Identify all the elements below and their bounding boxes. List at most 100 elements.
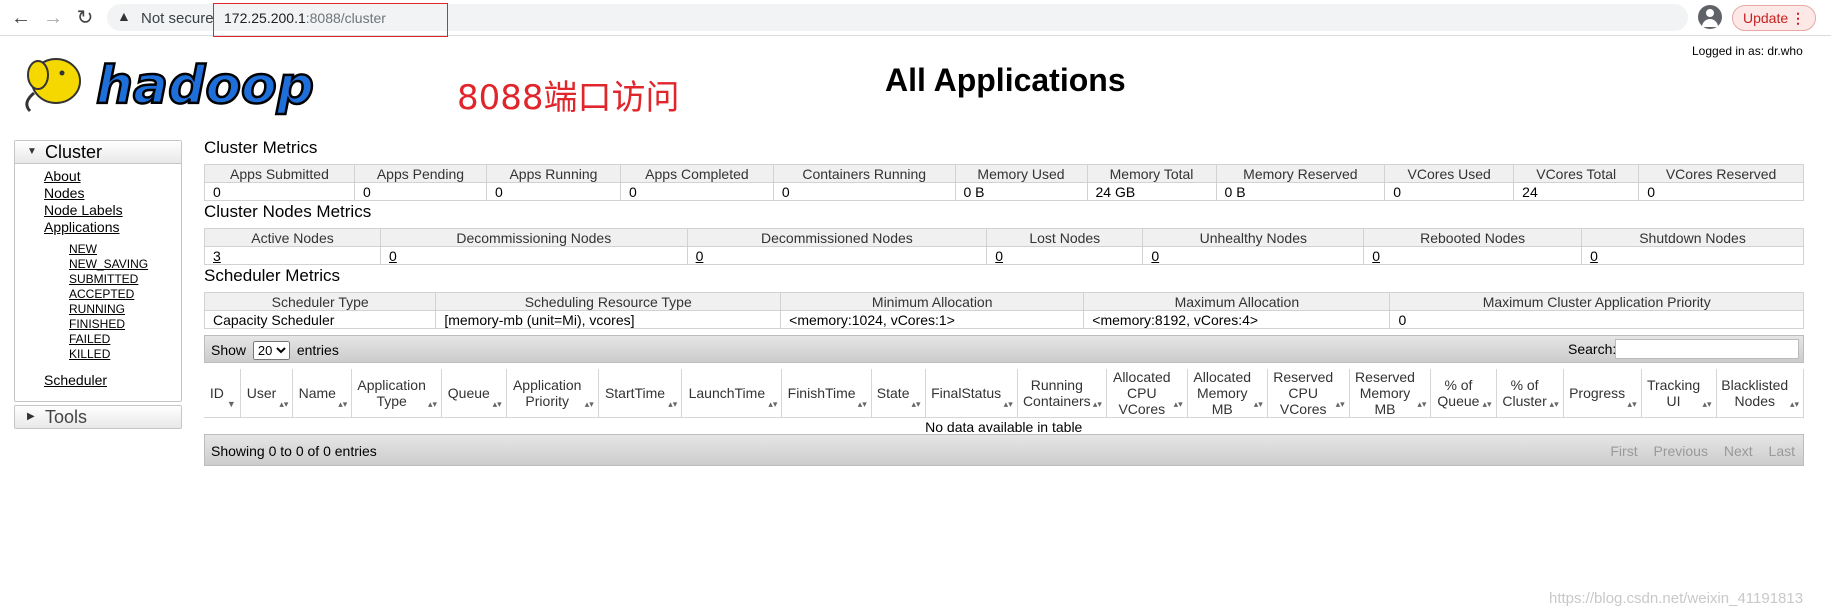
- rebooted-nodes-link[interactable]: 0: [1372, 248, 1380, 264]
- back-arrow-icon[interactable]: ←: [8, 5, 34, 31]
- col-header: Scheduling Resource Type: [435, 292, 782, 311]
- column-header[interactable]: Reserved Memory MB ▴▾: [1349, 369, 1432, 418]
- sort-both-icon: ▴▾: [668, 399, 678, 409]
- apps-table-toolbar: Show 20 entries Search:: [204, 335, 1804, 363]
- search-input[interactable]: [1615, 339, 1799, 359]
- col-header: Apps Running: [485, 164, 621, 183]
- sidebar-state-finished[interactable]: FINISHED: [69, 317, 181, 332]
- sort-both-icon: ▴▾: [768, 399, 778, 409]
- pager-previous-button[interactable]: Previous: [1653, 443, 1707, 459]
- col-header: Containers Running: [772, 164, 956, 183]
- node-metric-link[interactable]: 0: [986, 246, 1144, 265]
- column-header[interactable]: Application Type ▴▾: [351, 369, 443, 418]
- sort-both-icon: ▴▾: [1627, 399, 1637, 409]
- pager-last-button[interactable]: Last: [1769, 443, 1795, 459]
- column-header[interactable]: State ▴▾: [871, 369, 926, 418]
- col-header: Maximum Cluster Application Priority: [1389, 292, 1804, 311]
- col-header: VCores Reserved: [1638, 164, 1804, 183]
- pager-first-button[interactable]: First: [1610, 443, 1637, 459]
- column-header[interactable]: % of Cluster ▴▾: [1496, 369, 1564, 418]
- column-header[interactable]: Running Containers ▴▾: [1017, 369, 1107, 418]
- pager-next-button[interactable]: Next: [1724, 443, 1753, 459]
- col-header: Unhealthy Nodes: [1142, 228, 1365, 247]
- url-highlight-box: [213, 3, 448, 37]
- column-header-label: ID: [209, 385, 224, 401]
- col-header: Maximum Allocation: [1083, 292, 1391, 311]
- page-size-control: Show 20 entries: [211, 341, 339, 360]
- lost-nodes-link[interactable]: 0: [995, 248, 1003, 264]
- profile-avatar-icon[interactable]: [1698, 5, 1722, 29]
- page-size-select[interactable]: 20: [252, 341, 290, 360]
- column-header[interactable]: Reserved CPU VCores ▴▾: [1267, 369, 1350, 418]
- active-nodes-link[interactable]: 3: [213, 248, 221, 264]
- sidebar-state-submitted[interactable]: SUBMITTED: [69, 272, 181, 287]
- decommissioned-nodes-link[interactable]: 0: [696, 248, 704, 264]
- column-header[interactable]: Allocated CPU VCores ▴▾: [1106, 369, 1188, 418]
- sidebar-link-about[interactable]: About: [44, 168, 181, 185]
- sidebar-state-new-saving[interactable]: NEW_SAVING: [69, 257, 181, 272]
- column-header[interactable]: FinishTime ▴▾: [781, 369, 872, 418]
- node-metric-link[interactable]: 0: [380, 246, 688, 265]
- update-button[interactable]: Update ⋮: [1732, 5, 1816, 31]
- column-header[interactable]: Name ▴▾: [292, 369, 353, 418]
- column-header[interactable]: Allocated Memory MB ▴▾: [1187, 369, 1268, 418]
- shutdown-nodes-link[interactable]: 0: [1590, 248, 1598, 264]
- sidebar-cluster-header[interactable]: ▼ Cluster: [15, 141, 181, 164]
- column-header[interactable]: Blacklisted Nodes ▴▾: [1716, 369, 1804, 418]
- node-metric-link[interactable]: 0: [1142, 246, 1365, 265]
- sidebar-tools-label: Tools: [45, 407, 88, 427]
- entries-info: Showing 0 to 0 of 0 entries: [211, 443, 377, 459]
- cluster-metrics-table: Apps Submitted Apps Pending Apps Running…: [204, 164, 1804, 201]
- node-metric-link[interactable]: 0: [1581, 246, 1804, 265]
- metric-value: 0: [1384, 182, 1515, 201]
- column-header-label: Application Priority: [512, 377, 582, 409]
- show-label: Show: [211, 342, 247, 358]
- sort-both-icon: ▴▾: [1789, 399, 1799, 409]
- scheduler-metrics-table: Scheduler Type Scheduling Resource Type …: [203, 292, 1804, 329]
- sidebar-state-running[interactable]: RUNNING: [69, 302, 181, 317]
- column-header-label: Reserved Memory MB: [1355, 369, 1415, 417]
- sidebar-link-applications[interactable]: Applications: [44, 219, 181, 236]
- scheduler-metrics-title: Scheduler Metrics: [204, 266, 341, 285]
- column-header[interactable]: Progress ▴▾: [1563, 369, 1642, 418]
- node-metric-link[interactable]: 0: [1363, 246, 1583, 265]
- metric-value: 0: [485, 182, 621, 201]
- column-header[interactable]: Tracking UI ▴▾: [1641, 369, 1717, 418]
- column-header[interactable]: % of Queue ▴▾: [1430, 369, 1497, 418]
- sort-both-icon: ▴▾: [1092, 399, 1102, 409]
- column-header[interactable]: LaunchTime ▴▾: [681, 369, 783, 418]
- column-header[interactable]: ID ▼: [204, 369, 241, 418]
- reload-icon[interactable]: ↻: [72, 5, 98, 31]
- sidebar-link-scheduler[interactable]: Scheduler: [44, 372, 107, 388]
- col-header: Rebooted Nodes: [1363, 228, 1583, 247]
- sidebar-link-node-labels[interactable]: Node Labels: [44, 202, 181, 219]
- scheduler-type-value: Capacity Scheduler: [203, 310, 437, 329]
- column-header[interactable]: FinalStatus ▴▾: [925, 369, 1018, 418]
- sidebar-state-accepted[interactable]: ACCEPTED: [69, 287, 181, 302]
- col-header: Apps Submitted: [204, 164, 355, 183]
- sidebar-link-nodes[interactable]: Nodes: [44, 185, 181, 202]
- sidebar-state-new[interactable]: NEW: [69, 242, 181, 257]
- not-secure-label: Not secure: [141, 10, 214, 27]
- max-allocation-value: <memory:8192, vCores:4>: [1083, 310, 1391, 329]
- sidebar-tools-panel: ▶ Tools: [14, 405, 182, 429]
- sidebar-tools-header[interactable]: ▶ Tools: [15, 406, 181, 428]
- decommissioning-nodes-link[interactable]: 0: [389, 248, 397, 264]
- metric-value: 24: [1513, 182, 1640, 201]
- sort-both-icon: ▴▾: [857, 399, 867, 409]
- column-header[interactable]: Queue ▴▾: [441, 369, 507, 418]
- metric-value: 0: [353, 182, 487, 201]
- column-header-label: Tracking UI: [1646, 377, 1701, 409]
- forward-arrow-icon[interactable]: →: [40, 5, 66, 31]
- column-header[interactable]: Application Priority ▴▾: [506, 369, 599, 418]
- sidebar-state-failed[interactable]: FAILED: [69, 332, 181, 347]
- sidebar-state-killed[interactable]: KILLED: [69, 347, 181, 362]
- sort-both-icon: ▴▾: [911, 399, 921, 409]
- column-header[interactable]: StartTime ▴▾: [598, 369, 683, 418]
- node-metric-link[interactable]: 0: [686, 246, 988, 265]
- column-header-label: % of Cluster: [1502, 377, 1547, 409]
- unhealthy-nodes-link[interactable]: 0: [1151, 248, 1159, 264]
- cluster-metrics-header-row: Apps Submitted Apps Pending Apps Running…: [204, 164, 1804, 183]
- column-header[interactable]: User ▴▾: [240, 369, 294, 418]
- node-metric-link[interactable]: 3: [203, 246, 382, 265]
